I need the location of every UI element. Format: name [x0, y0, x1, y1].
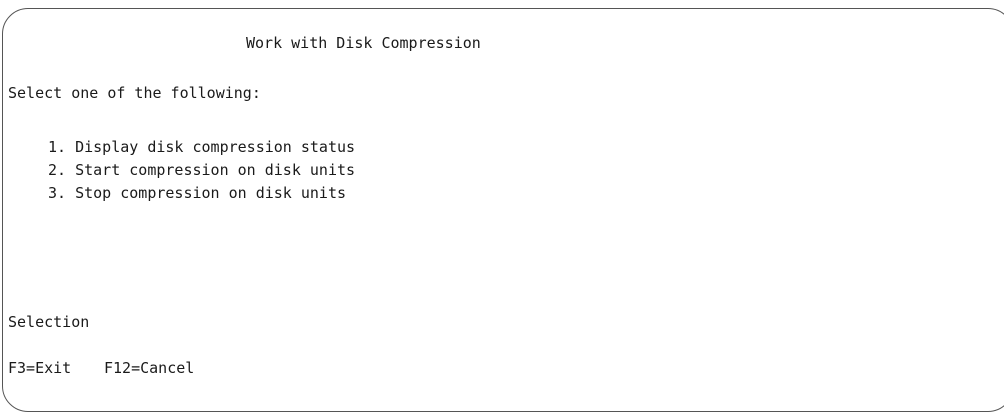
f3-exit-key[interactable]: F3=Exit — [8, 359, 104, 377]
option-stop-compression[interactable]: 3. Stop compression on disk units — [48, 182, 355, 205]
selection-field-label: Selection — [8, 313, 90, 331]
options-menu: 1. Display disk compression status 2. St… — [48, 136, 355, 205]
function-key-bar: F3=Exit F12=Cancel — [8, 359, 194, 377]
screen-title: Work with Disk Compression — [246, 34, 481, 52]
option-start-compression[interactable]: 2. Start compression on disk units — [48, 159, 355, 182]
terminal-screen-frame — [2, 8, 1004, 412]
f12-cancel-key[interactable]: F12=Cancel — [104, 359, 194, 377]
instruction-prompt: Select one of the following: — [8, 84, 261, 102]
option-display-compression-status[interactable]: 1. Display disk compression status — [48, 136, 355, 159]
